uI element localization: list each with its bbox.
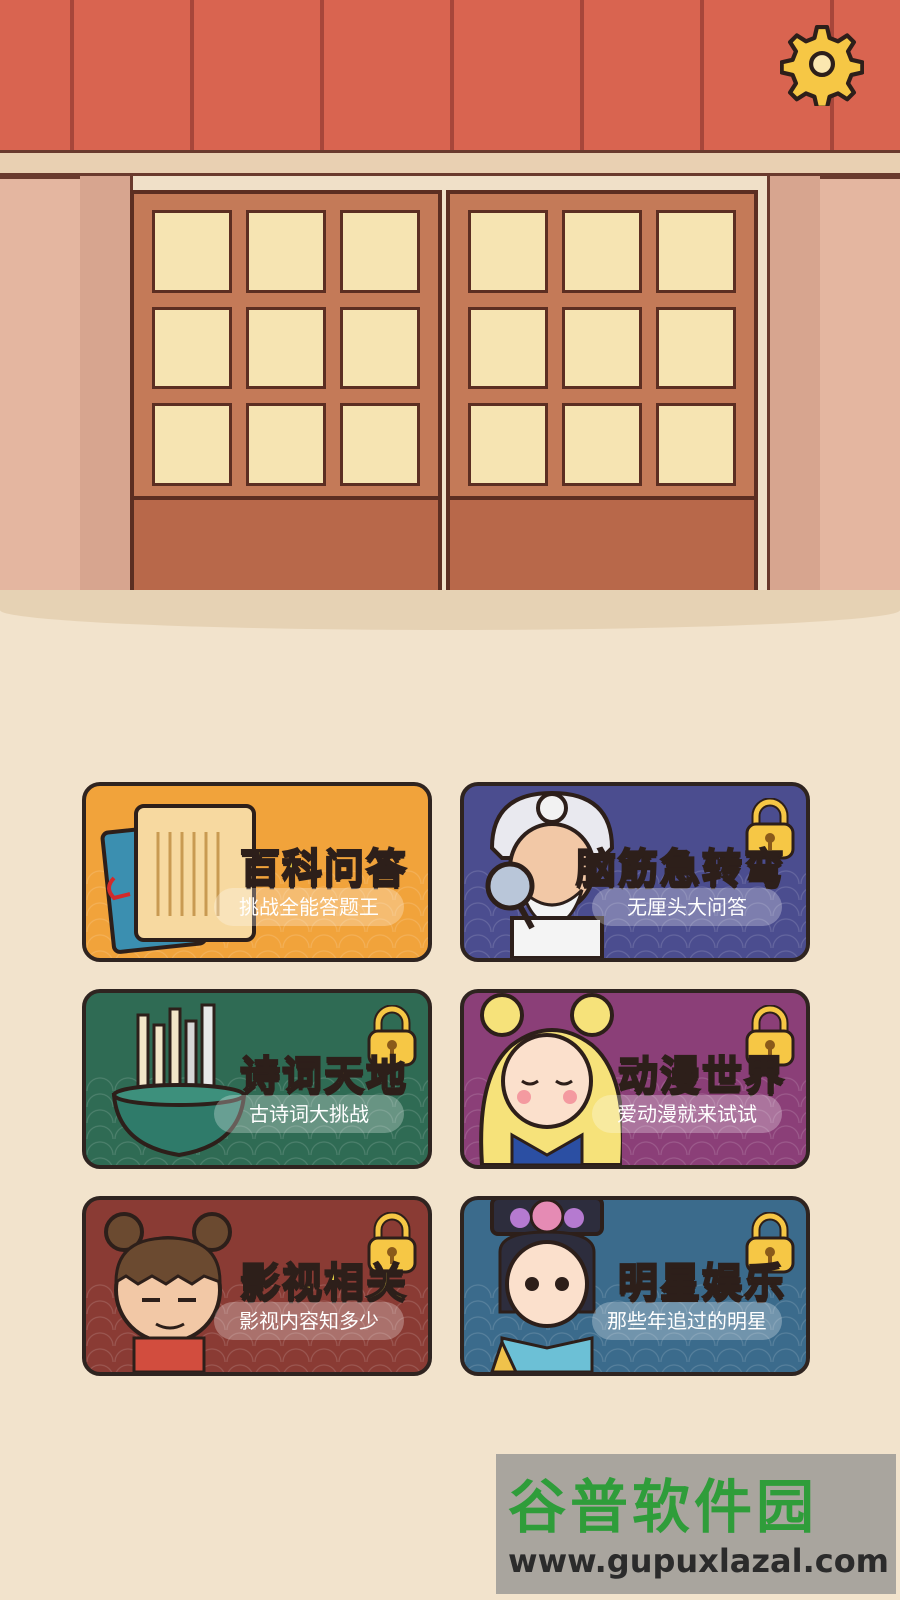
watermark: 谷普软件园 www.gupuxlazal.com (496, 1454, 896, 1594)
watermark-title: 谷普软件园 (508, 1473, 819, 1541)
door-left (130, 190, 442, 594)
roof (0, 0, 900, 156)
card-subtitle: 古诗词大挑战 (214, 1095, 404, 1133)
wall-right (817, 176, 900, 612)
gear-icon[interactable] (780, 22, 864, 106)
category-card-brain-teaser[interactable]: 脑筋急转弯 无厘头大问答 (460, 782, 810, 962)
card-subtitle: 那些年追过的明星 (592, 1302, 782, 1340)
card-title: 脑筋急转弯 (575, 845, 786, 893)
floor-shadow (0, 590, 900, 630)
category-card-film-tv[interactable]: 影视相关 影视内容知多少 (82, 1196, 432, 1376)
card-title: 影视相关 (239, 1259, 408, 1307)
card-subtitle: 爱动漫就来试试 (592, 1095, 782, 1133)
qing-lady-illustration (490, 1200, 604, 1372)
anime-girl-illustration (479, 993, 622, 1165)
card-subtitle: 挑战全能答题王 (214, 888, 404, 926)
wall-inner-left (80, 176, 133, 596)
wall-left (0, 176, 83, 612)
card-title: 百科问答 (239, 845, 408, 893)
cartoon-boy-illustration (104, 1212, 232, 1372)
card-title: 明星娱乐 (617, 1259, 786, 1307)
card-title: 动漫世界 (617, 1052, 786, 1100)
wall-inner-right (767, 176, 820, 596)
brush-pot-illustration (111, 1003, 247, 1158)
home-screen: 百科问答 挑战全能答题王 脑筋急转弯 无厘头大问答 诗词天地 古诗词大挑战 动漫… (0, 0, 900, 1600)
card-title: 诗词天地 (239, 1052, 408, 1100)
door-right (446, 190, 758, 594)
roof-trim (0, 150, 900, 176)
card-subtitle: 无厘头大问答 (592, 888, 782, 926)
card-subtitle: 影视内容知多少 (214, 1302, 404, 1340)
watermark-url: www.gupuxlazal.com (508, 1542, 890, 1580)
category-card-celebrity[interactable]: 明星娱乐 那些年追过的明星 (460, 1196, 810, 1376)
category-card-poetry[interactable]: 诗词天地 古诗词大挑战 (82, 989, 432, 1169)
category-card-encyclopedia[interactable]: 百科问答 挑战全能答题王 (82, 782, 432, 962)
book-scroll-illustration (100, 804, 256, 954)
category-card-anime[interactable]: 动漫世界 爱动漫就来试试 (460, 989, 810, 1169)
